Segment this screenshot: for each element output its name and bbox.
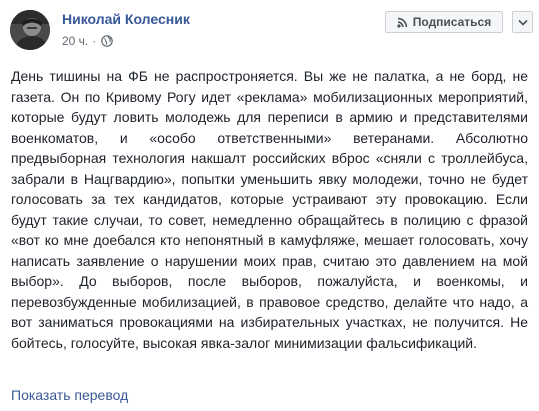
avatar-image: [10, 10, 50, 50]
post-card: Николай Колесник 20 ч. · Подписаться Ден…: [0, 0, 539, 411]
show-translation-link[interactable]: Показать перевод: [11, 387, 128, 403]
author-name-link[interactable]: Николай Колесник: [62, 11, 190, 27]
post-options-button[interactable]: [512, 11, 533, 33]
post-meta: 20 ч. ·: [62, 33, 114, 49]
meta-separator: ·: [92, 34, 97, 48]
author-avatar[interactable]: [10, 10, 50, 50]
chevron-down-icon: [517, 13, 528, 31]
subscribe-button[interactable]: Подписаться: [385, 11, 503, 33]
subscribe-label: Подписаться: [412, 15, 492, 29]
post-timestamp[interactable]: 20 ч.: [62, 34, 88, 48]
post-text: День тишины на ФБ не распростроняется. В…: [11, 68, 528, 351]
rss-icon: [397, 17, 408, 28]
globe-icon[interactable]: [101, 35, 114, 47]
